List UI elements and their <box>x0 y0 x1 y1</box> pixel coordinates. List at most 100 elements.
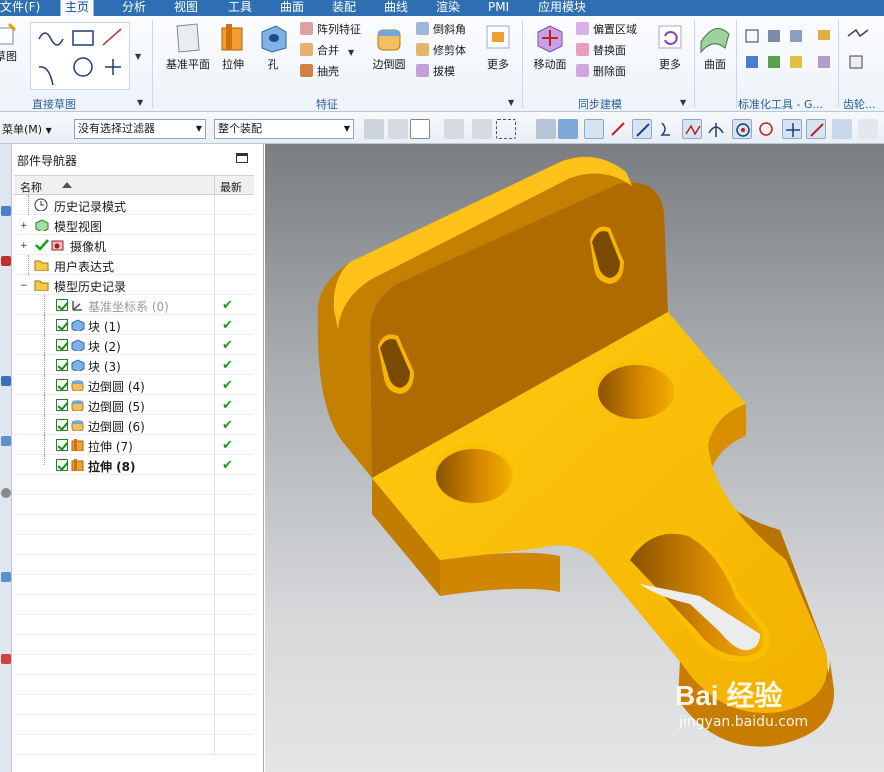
chamfer-button[interactable]: 倒斜角 <box>416 21 466 39</box>
tab-pmi[interactable]: PMI <box>484 0 513 16</box>
on-face-snap-icon[interactable] <box>832 119 852 139</box>
expand-icon[interactable]: + <box>20 241 28 251</box>
trim-body-button[interactable]: 修剪体 <box>416 42 466 60</box>
bounded-grid-icon[interactable] <box>858 119 878 139</box>
tab-assembly[interactable]: 装配 <box>328 0 360 16</box>
resource-icon[interactable] <box>1 436 11 446</box>
expand-icon[interactable]: + <box>20 221 28 231</box>
part-navigator: 部件导航器 名称 最新 历史记录模式 + 模型视图 + 摄像机 用户表达式 − <box>12 144 264 772</box>
midpoint-snap-icon[interactable] <box>632 119 652 139</box>
extrude-button[interactable]: 拉伸 <box>216 22 250 72</box>
visibility-checkbox[interactable] <box>56 379 68 391</box>
visibility-checkbox[interactable] <box>56 459 68 471</box>
tree-row-cameras[interactable]: + 摄像机 <box>14 235 254 255</box>
move-face-button[interactable]: 移动面 <box>530 22 570 72</box>
face-select-icon[interactable] <box>536 119 556 139</box>
offset-region-button[interactable]: 偏置区域 <box>576 21 637 39</box>
tree-row-feature[interactable]: 基准坐标系 (0) ✔ <box>14 295 254 315</box>
shell-button[interactable]: 抽壳 <box>300 63 339 81</box>
tree-row-feature[interactable]: 拉伸 (7) ✔ <box>14 435 254 455</box>
tab-curve[interactable]: 曲线 <box>380 0 412 16</box>
body-select-icon[interactable] <box>558 119 578 139</box>
select-region-icon[interactable] <box>410 119 430 139</box>
standard-tools-icons[interactable] <box>744 26 836 89</box>
menu-button[interactable]: 菜单(M) ▼ <box>2 121 52 137</box>
tree-row-feature[interactable]: 块 (2) ✔ <box>14 335 254 355</box>
edge-blend-button[interactable]: 边倒圆 <box>368 22 410 72</box>
surface-button[interactable]: 曲面 <box>698 22 732 72</box>
curve-snap-icon[interactable] <box>656 119 676 139</box>
tangent-snap-icon[interactable] <box>706 119 726 139</box>
snap-point-icon[interactable] <box>444 119 464 139</box>
pattern-feature-button[interactable]: 阵列特征 <box>300 21 361 39</box>
feature-more-button[interactable]: 更多 <box>480 22 516 72</box>
resource-icon[interactable] <box>1 488 11 498</box>
center-snap-icon[interactable] <box>732 119 752 139</box>
feature-group-expand[interactable]: ▼ <box>508 98 514 107</box>
on-curve-snap-icon[interactable] <box>806 119 826 139</box>
sketch-group-expand[interactable]: ▼ <box>137 98 143 107</box>
replace-face-button[interactable]: 替换面 <box>576 42 626 60</box>
tab-view[interactable]: 视图 <box>170 0 202 16</box>
resource-icon[interactable] <box>1 654 11 664</box>
scope-select[interactable]: 整个装配 ▼ <box>214 119 354 139</box>
visibility-checkbox[interactable] <box>56 439 68 451</box>
group-label-gear: 齿轮... <box>843 98 876 111</box>
visibility-checkbox[interactable] <box>56 339 68 351</box>
tree-row-feature[interactable]: 拉伸 (8) ✔ <box>14 455 254 475</box>
visibility-checkbox[interactable] <box>56 299 68 311</box>
tree-row-model-history[interactable]: − 模型历史记录 <box>14 275 254 295</box>
endpoint-snap-icon[interactable] <box>584 119 604 139</box>
sync-group-expand[interactable]: ▼ <box>680 98 686 107</box>
quadrant-snap-icon[interactable] <box>756 119 776 139</box>
visibility-checkbox[interactable] <box>56 319 68 331</box>
collapse-icon[interactable]: − <box>20 281 28 291</box>
hole-button[interactable]: 孔 <box>256 22 290 72</box>
tab-tools[interactable]: 工具 <box>224 0 256 16</box>
visibility-checkbox[interactable] <box>56 419 68 431</box>
graphics-viewport[interactable]: Bai 经验 jingyan.baidu.com <box>265 144 884 772</box>
unite-button[interactable]: 合并 <box>300 42 339 60</box>
tab-home[interactable]: 主页 <box>60 0 95 16</box>
rectangle-select-icon[interactable] <box>496 119 516 139</box>
tree-row-feature[interactable]: 边倒圆 (4) ✔ <box>14 375 254 395</box>
tree-row-history-mode[interactable]: 历史记录模式 <box>14 195 254 215</box>
datum-plane-button[interactable]: 基准平面 <box>160 22 216 72</box>
feature-more-label: 更多 <box>487 58 509 71</box>
draft-button[interactable]: 拔模 <box>416 63 455 81</box>
tab-analysis[interactable]: 分析 <box>118 0 150 16</box>
select-feature-icon[interactable] <box>388 119 408 139</box>
column-name[interactable]: 名称 <box>20 179 42 195</box>
sketch-more-arrow[interactable]: ▼ <box>135 52 141 61</box>
tab-application[interactable]: 应用模块 <box>534 0 590 16</box>
gear-tools-icons[interactable] <box>846 26 882 89</box>
delete-face-button[interactable]: 删除面 <box>576 63 626 81</box>
resource-icon[interactable] <box>1 376 11 386</box>
resource-icon[interactable] <box>1 206 11 216</box>
point-snap-icon[interactable] <box>782 119 802 139</box>
tree-row-user-expressions[interactable]: 用户表达式 <box>14 255 254 275</box>
column-latest[interactable]: 最新 <box>220 179 242 195</box>
resource-icon[interactable] <box>1 572 11 582</box>
column-divider <box>214 215 215 235</box>
sketch-button[interactable]: 草图 <box>0 22 18 64</box>
snap-icon[interactable] <box>364 119 384 139</box>
tree-row-model-views[interactable]: + 模型视图 <box>14 215 254 235</box>
tree-row-feature[interactable]: 块 (3) ✔ <box>14 355 254 375</box>
intersection-snap-icon[interactable] <box>682 119 702 139</box>
resource-icon[interactable] <box>1 256 11 266</box>
tab-file[interactable]: 文件(F) <box>0 0 44 16</box>
tab-surface[interactable]: 曲面 <box>276 0 308 16</box>
line-snap-icon[interactable] <box>608 119 628 139</box>
select-linked-icon[interactable] <box>472 119 492 139</box>
sync-more-button[interactable]: 更多 <box>652 22 688 72</box>
visibility-checkbox[interactable] <box>56 399 68 411</box>
unite-dropdown[interactable]: ▼ <box>348 48 354 57</box>
tree-row-feature[interactable]: 块 (1) ✔ <box>14 315 254 335</box>
maximize-icon[interactable] <box>236 153 248 163</box>
type-filter-select[interactable]: 没有选择过滤器 ▼ <box>74 119 206 139</box>
tab-render[interactable]: 渲染 <box>432 0 464 16</box>
tree-row-feature[interactable]: 边倒圆 (6) ✔ <box>14 415 254 435</box>
visibility-checkbox[interactable] <box>56 359 68 371</box>
tree-row-feature[interactable]: 边倒圆 (5) ✔ <box>14 395 254 415</box>
